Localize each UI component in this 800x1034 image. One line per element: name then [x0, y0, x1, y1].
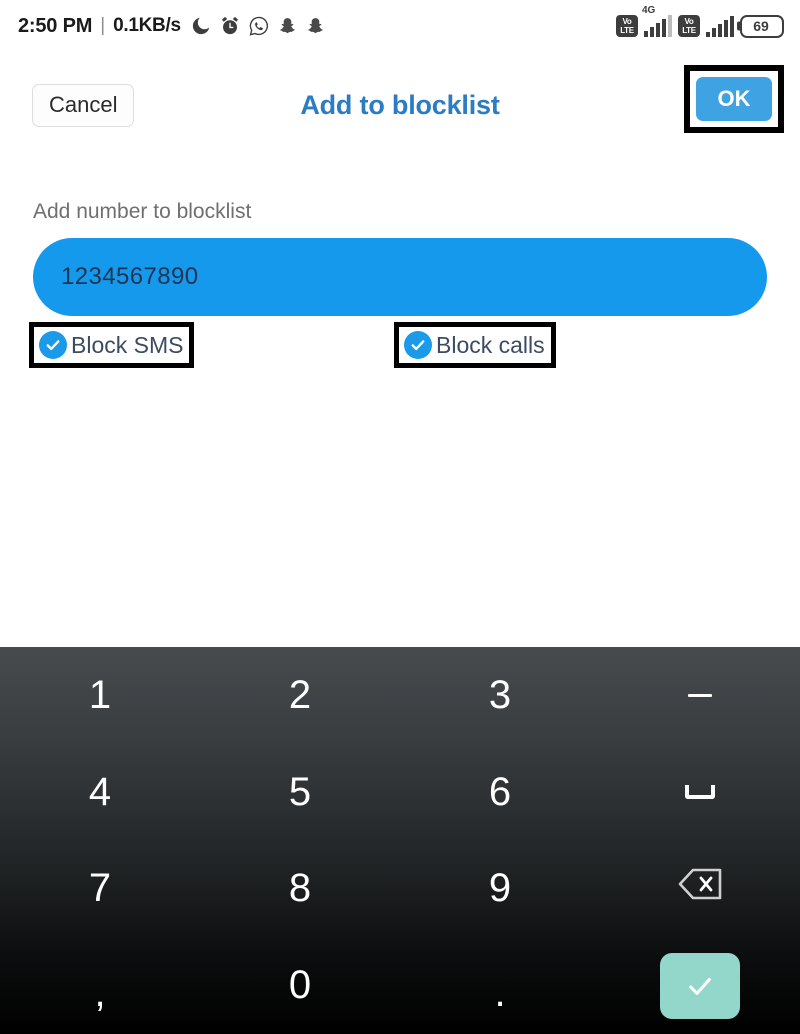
key-comma[interactable]: ,	[0, 937, 200, 1034]
network-speed-text: 0.1KB/s	[113, 15, 181, 36]
spacebar-icon	[685, 785, 715, 800]
key-8[interactable]: 8	[200, 841, 400, 938]
key-space[interactable]	[600, 744, 800, 841]
snapchat-icon-2	[305, 16, 326, 37]
block-calls-checkbox[interactable]	[404, 331, 432, 359]
dnd-moon-icon	[190, 15, 212, 37]
network-type-label-sim1: 4G	[642, 5, 656, 16]
whatsapp-icon	[248, 15, 270, 37]
key-4[interactable]: 4	[0, 744, 200, 841]
dialog-body: Add number to blocklist 1234567890 Block…	[0, 160, 800, 647]
status-bar: 2:50 PM | 0.1KB/s Vo LTE 4G Vo LTE 69	[0, 0, 800, 52]
status-separator: |	[100, 15, 106, 36]
keypad-row-3: 7 8 9	[0, 841, 800, 938]
signal-bars-sim2	[706, 15, 734, 37]
key-enter[interactable]	[600, 937, 800, 1034]
signal-bars-sim1: 4G	[642, 6, 672, 37]
status-clock: 2:50 PM	[18, 14, 93, 37]
phone-screen: 2:50 PM | 0.1KB/s Vo LTE 4G Vo LTE 69 Ca…	[0, 0, 800, 1034]
page-title: Add to blocklist	[300, 90, 500, 120]
block-calls-label: Block calls	[436, 331, 545, 358]
block-calls-annotation-box: Block calls	[394, 322, 556, 368]
key-1[interactable]: 1	[0, 647, 200, 744]
numeric-keypad: 1 2 3 4 5 6 7 8 9 , 0 .	[0, 647, 800, 1034]
key-2[interactable]: 2	[200, 647, 400, 744]
ok-button-annotation-box: OK	[684, 65, 784, 133]
volte-line-2: LTE	[620, 25, 634, 35]
keypad-row-2: 4 5 6	[0, 744, 800, 841]
battery-indicator: 69	[740, 14, 784, 38]
phone-number-value: 1234567890	[61, 263, 199, 290]
key-3[interactable]: 3	[400, 647, 600, 744]
volte-line-2: LTE	[682, 25, 696, 35]
key-backspace[interactable]	[600, 841, 800, 938]
key-7[interactable]: 7	[0, 841, 200, 938]
block-sms-label: Block SMS	[71, 331, 184, 358]
alarm-clock-icon	[219, 15, 241, 37]
key-9[interactable]: 9	[400, 841, 600, 938]
key-0[interactable]: 0	[200, 937, 400, 1034]
key-5[interactable]: 5	[200, 744, 400, 841]
volte-badge-sim1: Vo LTE	[616, 15, 638, 37]
battery-level-text: 69	[753, 18, 769, 34]
key-period[interactable]: .	[400, 937, 600, 1034]
status-bar-left: 2:50 PM | 0.1KB/s	[18, 15, 326, 38]
keypad-row-4: , 0 .	[0, 937, 800, 1034]
number-field-label: Add number to blocklist	[33, 200, 252, 223]
snapchat-icon-1	[277, 16, 298, 37]
keypad-row-1: 1 2 3	[0, 647, 800, 744]
dash-icon	[688, 693, 712, 697]
enter-key-pad	[660, 952, 740, 1019]
volte-line-1: Vo	[622, 16, 632, 26]
dialog-header: Cancel Add to blocklist OK	[0, 52, 800, 160]
ok-button[interactable]: OK	[696, 77, 772, 121]
status-bar-right: Vo LTE 4G Vo LTE 69	[616, 6, 784, 38]
key-dash[interactable]	[600, 647, 800, 744]
phone-number-input[interactable]: 1234567890	[33, 238, 767, 316]
key-6[interactable]: 6	[400, 744, 600, 841]
block-options-row: Block SMS Block calls	[0, 322, 800, 378]
volte-line-1: Vo	[684, 16, 694, 26]
volte-badge-sim2: Vo LTE	[678, 15, 700, 37]
block-sms-checkbox[interactable]	[39, 331, 67, 359]
backspace-icon	[677, 866, 723, 911]
block-sms-annotation-box: Block SMS	[29, 322, 195, 368]
